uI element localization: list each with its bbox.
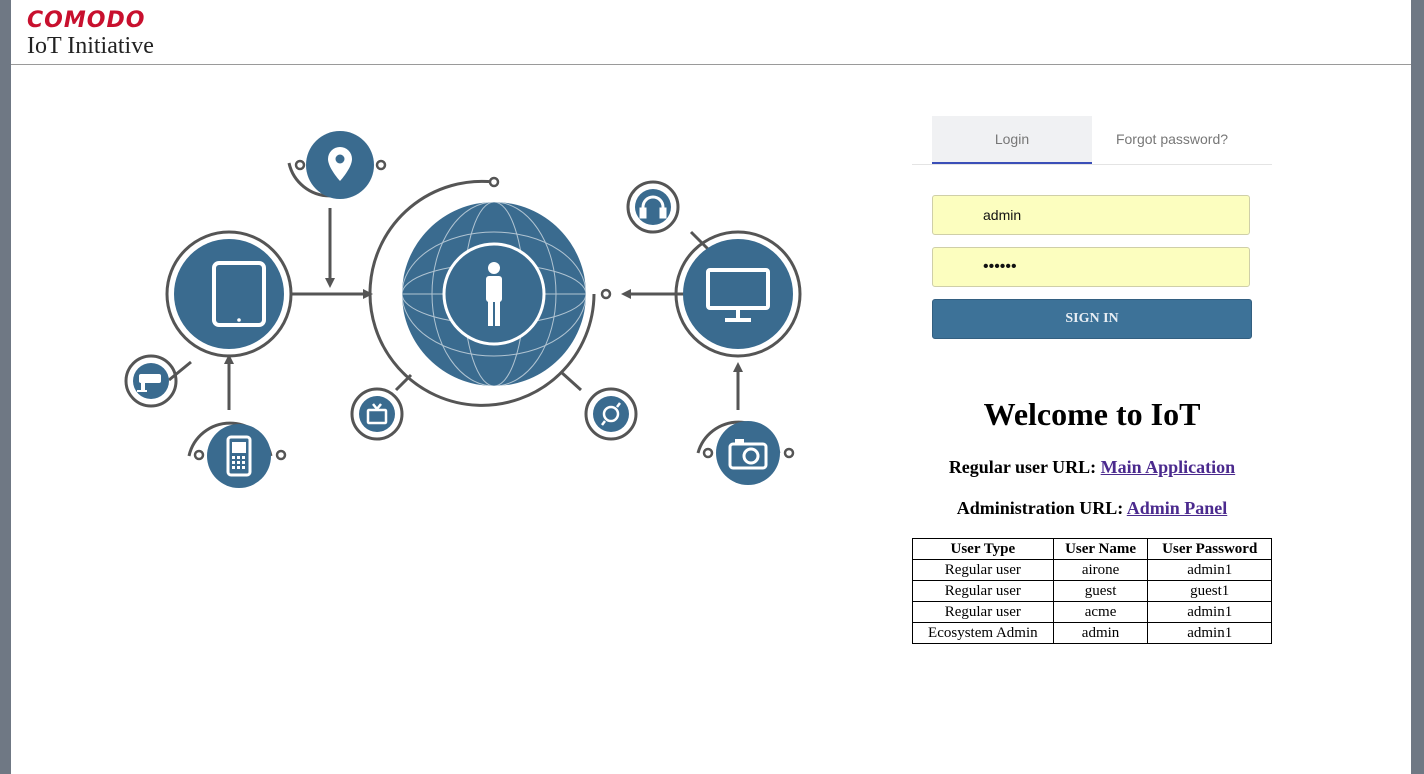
- iot-illustration: [124, 131, 802, 488]
- table-row: Regular user guest guest1: [912, 580, 1272, 602]
- table-cell: airone: [1052, 559, 1149, 581]
- table-cell: Ecosystem Admin: [912, 622, 1054, 644]
- auth-tabs: Login Forgot password?: [912, 116, 1272, 165]
- table-row: Regular user airone admin1: [912, 559, 1272, 581]
- tab-login[interactable]: Login: [932, 116, 1092, 164]
- column-header: User Password: [1147, 538, 1272, 560]
- tab-forgot-password[interactable]: Forgot password?: [1092, 116, 1252, 162]
- admin-url-label: Administration URL:: [956, 498, 1124, 518]
- main-application-link[interactable]: Main Application: [1101, 457, 1236, 477]
- logo-subtitle: IoT Initiative: [27, 33, 154, 59]
- monitor-node: [683, 239, 793, 349]
- camera-node: [716, 421, 780, 485]
- comodo-logo[interactable]: COMODO: [27, 8, 145, 34]
- sign-in-button[interactable]: SIGN IN: [932, 299, 1252, 339]
- password-input[interactable]: [932, 247, 1250, 287]
- header: COMODO IoT Initiative: [11, 0, 1411, 65]
- page: COMODO IoT Initiative Login Forgot passw…: [11, 0, 1411, 774]
- column-header: User Name: [1052, 538, 1149, 560]
- admin-panel-link[interactable]: Admin Panel: [1127, 498, 1228, 518]
- table-row: Regular user acme admin1: [912, 601, 1272, 623]
- admin-url: Administration URL: Admin Panel: [912, 498, 1272, 519]
- table-cell: admin: [1052, 622, 1149, 644]
- table-cell: admin1: [1147, 601, 1272, 623]
- table-cell: acme: [1052, 601, 1149, 623]
- welcome-title: Welcome to IoT: [983, 396, 1201, 432]
- table-cell: guest1: [1147, 580, 1272, 602]
- table-cell: Regular user: [912, 601, 1054, 623]
- credentials-table: User Type User Name User Password Regula…: [912, 538, 1272, 644]
- column-header: User Type: [912, 538, 1054, 560]
- table-cell: Regular user: [912, 580, 1054, 602]
- table-row: Ecosystem Admin admin admin1: [912, 622, 1272, 644]
- table-cell: Regular user: [912, 559, 1054, 581]
- table-header-row: User Type User Name User Password: [912, 538, 1272, 560]
- table-cell: guest: [1052, 580, 1149, 602]
- username-input[interactable]: [932, 195, 1250, 235]
- table-cell: admin1: [1147, 559, 1272, 581]
- regular-user-url-label: Regular user URL:: [948, 457, 1097, 477]
- tablet-node: [174, 239, 284, 349]
- regular-user-url: Regular user URL: Main Application: [912, 457, 1272, 478]
- table-cell: admin1: [1147, 622, 1272, 644]
